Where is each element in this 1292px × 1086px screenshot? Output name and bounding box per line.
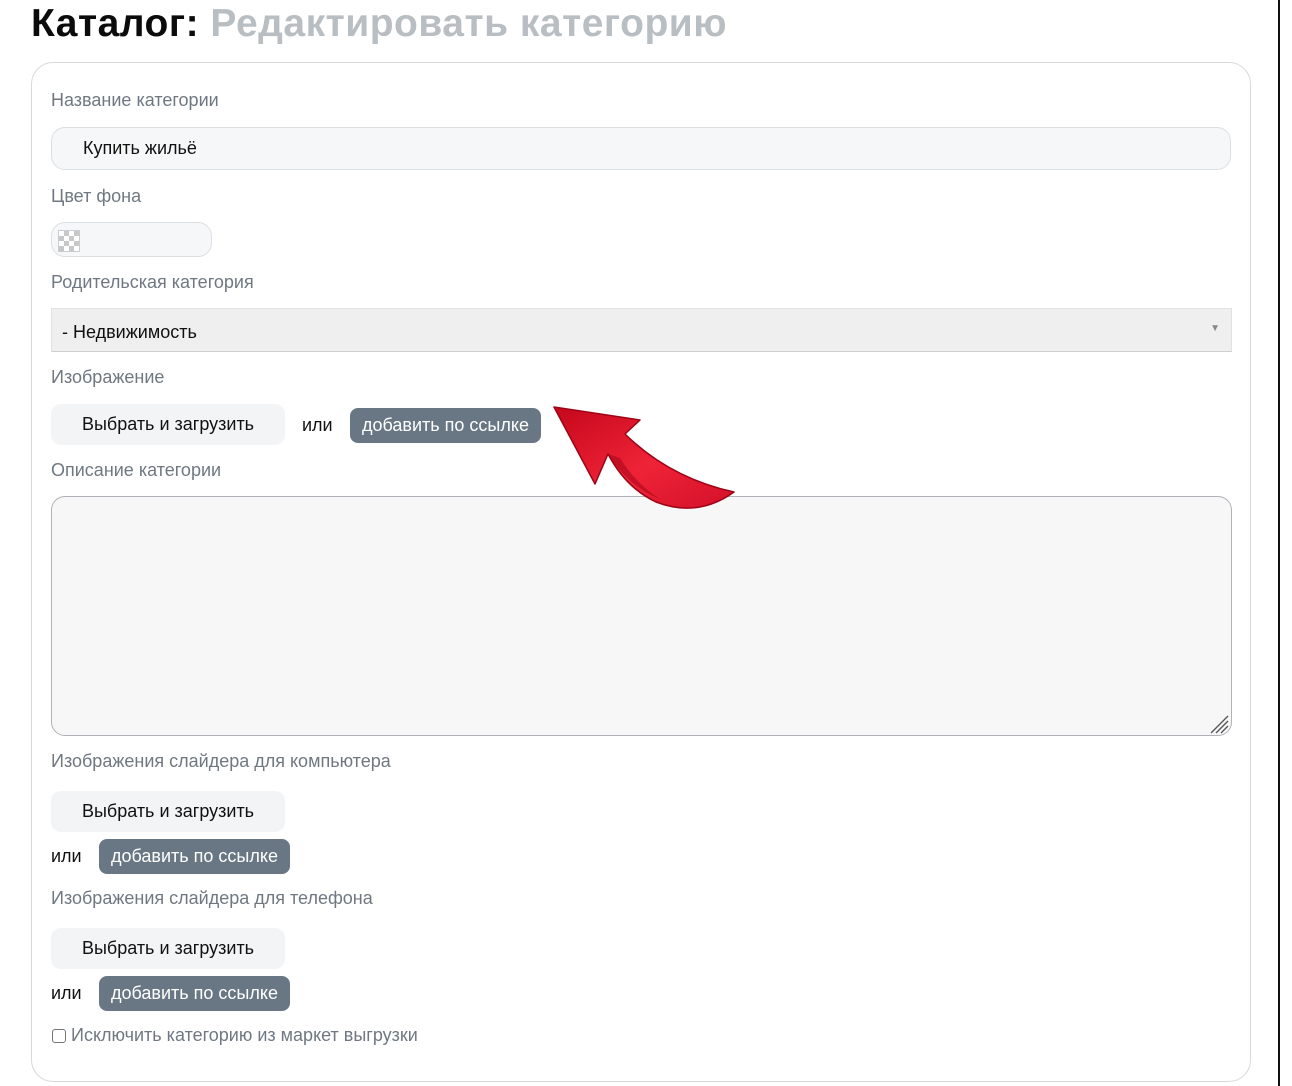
checkerboard-icon	[58, 230, 80, 252]
slider-desktop-upload-button[interactable]: Выбрать и загрузить	[51, 791, 285, 832]
page-title: Каталог: Редактировать категорию	[31, 2, 727, 46]
page-edge-rule	[1278, 0, 1280, 1086]
category-name-label: Название категории	[51, 90, 219, 110]
page-title-action: Редактировать категорию	[210, 2, 728, 45]
slider-mobile-or-text: или	[51, 983, 82, 1003]
image-add-link-button[interactable]: добавить по ссылке	[350, 408, 541, 443]
caret-down-icon: ▼	[1210, 323, 1220, 334]
slider-mobile-upload-button[interactable]: Выбрать и загрузить	[51, 928, 285, 969]
resize-grip-icon[interactable]	[1207, 712, 1229, 734]
slider-desktop-add-link-button[interactable]: добавить по ссылке	[99, 839, 290, 874]
parent-category-value: - Недвижимость	[62, 322, 197, 342]
parent-category-label: Родительская категория	[51, 272, 254, 292]
curved-arrow-icon	[553, 406, 735, 509]
parent-category-select[interactable]: - Недвижимость ▼	[51, 308, 1232, 352]
slider-mobile-label: Изображения слайдера для телефона	[51, 888, 373, 908]
image-or-text: или	[302, 415, 333, 435]
slider-mobile-add-link-button[interactable]: добавить по ссылке	[99, 976, 290, 1011]
exclude-market-checkbox[interactable]	[52, 1029, 66, 1043]
category-name-input[interactable]	[51, 127, 1231, 170]
bg-color-picker[interactable]	[51, 222, 212, 257]
slider-desktop-label: Изображения слайдера для компьютера	[51, 751, 391, 771]
slider-desktop-or-text: или	[51, 846, 82, 866]
description-textarea[interactable]	[51, 496, 1232, 736]
exclude-market-label: Исключить категорию из маркет выгрузки	[71, 1025, 418, 1045]
bg-color-label: Цвет фона	[51, 186, 142, 206]
image-upload-button[interactable]: Выбрать и загрузить	[51, 404, 285, 445]
description-label: Описание категории	[51, 460, 222, 480]
page-title-section: Каталог:	[31, 2, 200, 45]
image-label: Изображение	[51, 367, 165, 387]
